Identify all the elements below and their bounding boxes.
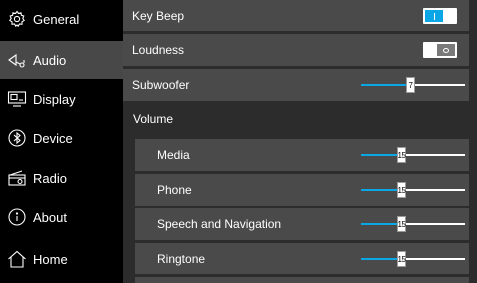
sidebar-item-label: Radio	[33, 170, 67, 186]
info-icon	[7, 207, 27, 227]
sidebar-item-label: Audio	[33, 52, 67, 68]
loudness-label: Loudness	[132, 43, 185, 57]
radio-icon	[7, 168, 27, 188]
sidebar-item-about[interactable]: About	[0, 198, 123, 236]
sidebar: General Audio Display Device Radio About	[0, 0, 123, 283]
phone-volume-slider[interactable]: 15	[361, 182, 465, 198]
slider-thumb[interactable]: 15	[397, 251, 406, 267]
slider-fill	[361, 223, 398, 225]
speaker-icon	[7, 50, 27, 70]
toggle-knob	[425, 10, 443, 22]
slider-fill	[361, 84, 407, 86]
subwoofer-slider[interactable]: 7	[361, 77, 465, 93]
next-volume-row	[135, 277, 469, 283]
sidebar-item-label: About	[33, 209, 67, 225]
sidebar-item-label: Display	[33, 91, 76, 107]
slider-thumb[interactable]: 15	[397, 182, 406, 198]
key-beep-toggle[interactable]	[423, 8, 457, 24]
phone-volume-label: Phone	[157, 183, 192, 197]
slider-thumb[interactable]: 15	[397, 147, 406, 163]
bluetooth-icon	[7, 128, 27, 148]
sidebar-item-device[interactable]: Device	[0, 119, 123, 157]
sidebar-item-general[interactable]: General	[0, 0, 123, 38]
media-volume-label: Media	[157, 148, 190, 162]
volume-section-title: Volume	[133, 112, 174, 126]
slider-fill	[361, 189, 398, 191]
loudness-toggle[interactable]	[423, 42, 457, 58]
subwoofer-label: Subwoofer	[132, 78, 190, 92]
loudness-row[interactable]: Loudness	[123, 34, 469, 66]
subwoofer-row: Subwoofer 7	[123, 69, 469, 101]
sidebar-item-radio[interactable]: Radio	[0, 159, 123, 197]
slider-thumb[interactable]: 15	[397, 216, 406, 232]
speech-navigation-volume-slider[interactable]: 15	[361, 216, 465, 232]
ringtone-volume-row: Ringtone 15	[135, 243, 469, 274]
speech-navigation-volume-row: Speech and Navigation 15	[135, 208, 469, 240]
slider-thumb[interactable]: 7	[406, 77, 415, 93]
display-icon	[7, 89, 27, 109]
slider-fill	[361, 154, 398, 156]
key-beep-label: Key Beep	[132, 8, 185, 23]
sidebar-item-label: General	[33, 11, 80, 27]
gear-icon	[7, 9, 27, 29]
media-volume-row: Media 15	[135, 139, 469, 171]
ringtone-volume-slider[interactable]: 15	[361, 251, 465, 267]
sidebar-item-home[interactable]: Home	[0, 240, 123, 278]
sidebar-item-audio[interactable]: Audio	[0, 41, 123, 79]
phone-volume-row: Phone 15	[135, 174, 469, 206]
sidebar-item-label: Device	[33, 130, 73, 146]
settings-panel: Key Beep Loudness Subwoofer 7 Volume Med…	[123, 0, 477, 283]
sidebar-item-label: Home	[33, 251, 68, 267]
slider-fill	[361, 258, 398, 260]
speech-navigation-volume-label: Speech and Navigation	[157, 217, 282, 231]
home-icon	[7, 249, 27, 269]
ringtone-volume-label: Ringtone	[157, 251, 206, 266]
toggle-knob	[437, 44, 455, 56]
sidebar-item-display[interactable]: Display	[0, 80, 123, 118]
media-volume-slider[interactable]: 15	[361, 147, 465, 163]
key-beep-row[interactable]: Key Beep	[123, 0, 469, 31]
